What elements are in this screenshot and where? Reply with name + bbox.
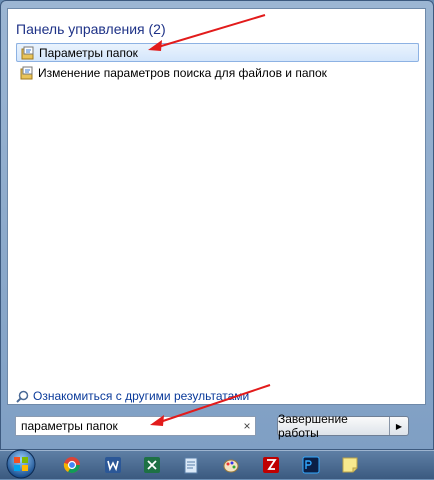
word-icon[interactable] (104, 456, 122, 474)
control-panel-group-title[interactable]: Панель управления (2) (16, 21, 166, 37)
excel-icon[interactable] (143, 456, 161, 474)
search-icon (16, 390, 29, 403)
chrome-icon[interactable] (63, 456, 81, 474)
control-panel-item-icon (20, 66, 33, 79)
see-more-results-link[interactable]: Ознакомиться с другими результатами (16, 389, 249, 403)
result-label: Параметры папок (39, 45, 138, 60)
result-folder-options[interactable]: Параметры папок (16, 43, 419, 62)
photoshop-icon[interactable] (302, 456, 320, 474)
see-more-results-label: Ознакомиться с другими результатами (33, 389, 250, 403)
shutdown-button-group: Завершение работы ▶ (277, 412, 409, 440)
notepad-icon[interactable] (182, 456, 200, 474)
search-input[interactable]: параметры папок × (15, 416, 256, 436)
start-menu: Панель управления (2) Параметры папок Из… (0, 0, 434, 450)
clear-search-icon[interactable]: × (239, 419, 255, 433)
start-orb-icon[interactable] (4, 448, 38, 480)
result-search-options[interactable]: Изменение параметров поиска для файлов и… (16, 63, 419, 82)
result-label: Изменение параметров поиска для файлов и… (38, 65, 327, 80)
shutdown-options-arrow-icon[interactable]: ▶ (390, 417, 408, 435)
sticky-notes-icon[interactable] (341, 456, 359, 474)
paint-icon[interactable] (222, 456, 240, 474)
search-input-value: параметры папок (21, 419, 118, 433)
control-panel-item-icon (21, 46, 34, 59)
filezilla-icon[interactable] (262, 456, 280, 474)
search-results-panel: Панель управления (2) Параметры папок Из… (7, 8, 426, 405)
shutdown-button[interactable]: Завершение работы (278, 412, 390, 440)
